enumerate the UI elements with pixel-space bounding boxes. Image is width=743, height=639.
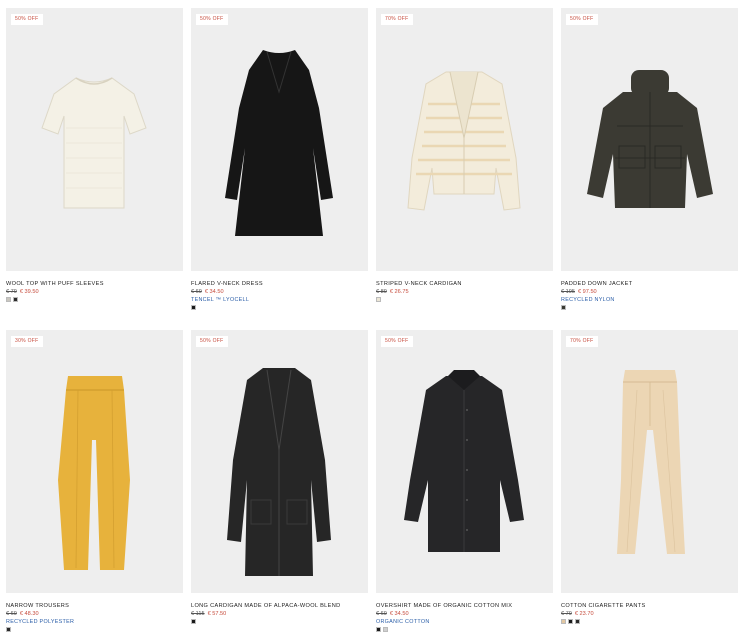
color-swatch[interactable] <box>575 619 580 624</box>
discount-badge: 50% OFF <box>196 336 228 347</box>
product-image[interactable]: 50% OFF <box>191 8 368 271</box>
original-price: € 69 <box>6 611 17 617</box>
color-swatches <box>6 297 183 303</box>
product-card[interactable]: 50% OFF OVERSHIRT MADE OF ORGANIC COTTON… <box>376 330 553 633</box>
product-image[interactable]: 50% OFF <box>561 8 738 271</box>
sale-price: € 26.75 <box>389 289 409 295</box>
original-price: € 195 <box>561 289 575 295</box>
price: € 69 € 34.50 <box>376 610 553 618</box>
product-name[interactable]: WOOL TOP WITH PUFF SLEEVES <box>6 280 183 288</box>
narrow-trousers-image <box>58 376 130 570</box>
sale-price: € 57.50 <box>207 611 227 617</box>
price: € 69 € 48.30 <box>6 610 183 618</box>
color-swatch[interactable] <box>6 627 11 632</box>
product-image[interactable]: 50% OFF <box>376 330 553 593</box>
price: € 115 € 57.50 <box>191 610 368 618</box>
long-cardigan-image <box>227 368 331 576</box>
padded-jacket-image <box>587 70 713 208</box>
product-card[interactable]: 30% OFF NARROW TROUSERS € 69 € 48.30 RECY… <box>6 330 183 633</box>
price: € 69 € 34.50 <box>191 288 368 296</box>
product-name[interactable]: FLARED V-NECK DRESS <box>191 280 368 288</box>
color-swatch[interactable] <box>191 619 196 624</box>
color-swatch[interactable] <box>6 297 11 302</box>
discount-badge: 50% OFF <box>381 336 413 347</box>
sale-price: € 48.30 <box>19 611 39 617</box>
price: € 89 € 26.75 <box>376 288 553 296</box>
product-name[interactable]: OVERSHIRT MADE OF ORGANIC COTTON MIX <box>376 602 553 610</box>
discount-badge: 50% OFF <box>196 14 228 25</box>
discount-badge: 70% OFF <box>566 336 598 347</box>
color-swatches <box>191 305 368 311</box>
material-label[interactable]: ORGANIC COTTON <box>376 618 553 626</box>
product-card[interactable]: 70% OFF COTTON CIGARETTE PANTS € 79 € 23.… <box>561 330 738 625</box>
product-image[interactable]: 70% OFF <box>376 8 553 271</box>
original-price: € 115 <box>191 611 205 617</box>
product-name[interactable]: COTTON CIGARETTE PANTS <box>561 602 738 610</box>
discount-badge: 50% OFF <box>11 14 43 25</box>
product-card[interactable]: 70% OFF STRIPED V-NECK CARDIGAN € 89 € 26… <box>376 8 553 303</box>
color-swatch[interactable] <box>376 627 381 632</box>
sale-price: € 97.50 <box>578 289 597 295</box>
color-swatches <box>376 297 553 303</box>
color-swatch[interactable] <box>568 619 573 624</box>
flared-dress-image <box>225 50 333 236</box>
discount-badge: 30% OFF <box>11 336 43 347</box>
material-label[interactable]: RECYCLED POLYESTER <box>6 618 183 626</box>
color-swatch[interactable] <box>376 297 381 302</box>
original-price: € 69 <box>191 289 202 295</box>
product-name[interactable]: NARROW TROUSERS <box>6 602 183 610</box>
product-card[interactable]: 50% OFF FLARED V-NECK DRESS € 69 € 34.50 … <box>191 8 368 311</box>
color-swatch[interactable] <box>191 305 196 310</box>
color-swatch[interactable] <box>13 297 18 302</box>
price: € 79 € 23.70 <box>561 610 738 618</box>
product-name[interactable]: LONG CARDIGAN MADE OF ALPACA-WOOL BLEND <box>191 602 368 610</box>
product-image[interactable]: 30% OFF <box>6 330 183 593</box>
product-card[interactable]: 50% OFF WOOL TOP WITH PUFF SLEEVES € 79 €… <box>6 8 183 303</box>
product-image[interactable]: 50% OFF <box>6 8 183 271</box>
striped-cardigan-image <box>407 71 521 211</box>
product-name[interactable]: PADDED DOWN JACKET <box>561 280 738 288</box>
overshirt-image <box>404 370 524 552</box>
sale-price: € 34.50 <box>204 289 224 295</box>
color-swatch[interactable] <box>561 619 566 624</box>
sale-price: € 39.50 <box>19 289 39 295</box>
price: € 195 € 97.50 <box>561 288 738 296</box>
color-swatch[interactable] <box>561 305 566 310</box>
material-label[interactable]: RECYCLED NYLON <box>561 296 738 304</box>
original-price: € 69 <box>376 611 387 617</box>
discount-badge: 50% OFF <box>566 14 598 25</box>
product-image[interactable]: 50% OFF <box>191 330 368 593</box>
color-swatches <box>561 619 738 625</box>
cigarette-pants-image <box>617 370 685 554</box>
price: € 79 € 39.50 <box>6 288 183 296</box>
color-swatches <box>376 627 553 633</box>
product-card[interactable]: 50% OFF LONG CARDIGAN MADE OF ALPACA-WOO… <box>191 330 368 625</box>
color-swatch[interactable] <box>383 627 388 632</box>
color-swatches <box>6 627 183 633</box>
original-price: € 89 <box>376 289 387 295</box>
original-price: € 79 <box>6 289 17 295</box>
product-image[interactable]: 70% OFF <box>561 330 738 593</box>
product-card[interactable]: 50% OFF PADDED DOWN JACKET € 195 € 97.50 … <box>561 8 738 311</box>
color-swatches <box>191 619 368 625</box>
wool-top-image <box>41 77 147 209</box>
discount-badge: 70% OFF <box>381 14 413 25</box>
original-price: € 79 <box>561 611 572 617</box>
sale-price: € 23.70 <box>574 611 594 617</box>
color-swatches <box>561 305 738 311</box>
material-label[interactable]: TENCEL ™ LYOCELL <box>191 296 368 304</box>
product-name[interactable]: STRIPED V-NECK CARDIGAN <box>376 280 553 288</box>
sale-price: € 34.50 <box>389 611 409 617</box>
